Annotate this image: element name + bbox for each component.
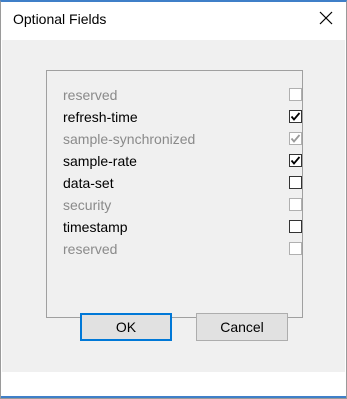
field-label: data-set [63,175,114,191]
fields-group: reserved refresh-time sample-synchronize… [46,70,303,318]
cancel-button[interactable]: Cancel [196,313,288,341]
field-checkbox[interactable] [289,88,302,101]
field-row-reserved-2: reserved [63,239,302,259]
field-label: reserved [63,241,118,257]
checkmark-icon [290,134,301,143]
field-label: refresh-time [63,109,138,125]
field-checkbox[interactable] [289,132,302,145]
field-label: reserved [63,87,118,103]
close-icon [319,11,333,25]
field-checkbox[interactable] [289,242,302,255]
field-checkbox[interactable] [289,176,302,189]
field-label: sample-synchronized [63,131,196,147]
field-checkbox[interactable] [289,220,302,233]
field-label: timestamp [63,219,128,235]
field-row-refresh-time: refresh-time [63,107,302,127]
field-checkbox[interactable] [289,110,302,123]
field-row-sample-rate: sample-rate [63,151,302,171]
field-checkbox[interactable] [289,154,302,167]
field-row-data-set: data-set [63,173,302,193]
dialog-title: Optional Fields [13,11,107,27]
close-button[interactable] [312,6,340,30]
bottom-accent-line [1,396,346,398]
field-label: security [63,197,112,213]
field-row-security: security [63,195,302,215]
optional-fields-dialog: Optional Fields reserved refresh-time sa… [0,0,347,399]
ok-button[interactable]: OK [80,313,172,341]
field-row-sample-synchronized: sample-synchronized [63,129,302,149]
dialog-client-area: reserved refresh-time sample-synchronize… [2,40,345,372]
checkmark-icon [290,156,301,165]
field-checkbox[interactable] [289,198,302,211]
field-row-reserved-1: reserved [63,85,302,105]
field-label: sample-rate [63,153,137,169]
checkmark-icon [290,112,301,121]
field-row-timestamp: timestamp [63,217,302,237]
title-bar: Optional Fields [1,2,346,32]
